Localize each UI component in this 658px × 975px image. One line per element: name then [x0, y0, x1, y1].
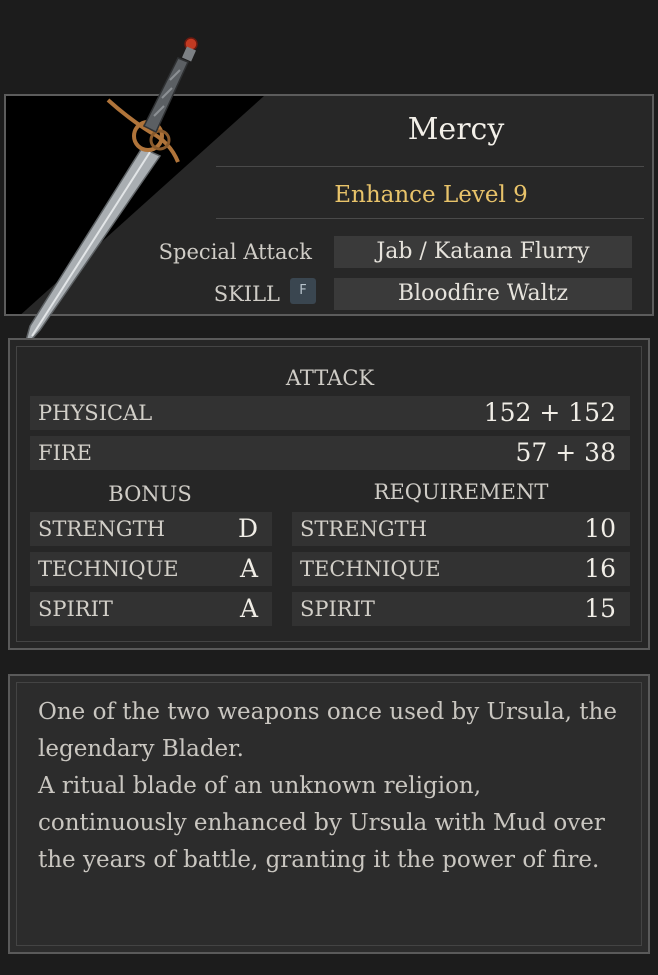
stat-label: PHYSICAL	[38, 401, 153, 425]
stat-value: 10	[584, 514, 616, 543]
requirement-row-spirit: SPIRIT 15	[292, 592, 630, 626]
description-text: One of the two weapons once used by Ursu…	[38, 694, 628, 879]
stat-value: 57 + 38	[515, 438, 616, 467]
f-key-icon: F	[290, 278, 316, 304]
stat-label: STRENGTH	[300, 517, 428, 541]
attack-row-physical: PHYSICAL 152 + 152	[30, 396, 630, 430]
divider	[216, 166, 644, 167]
item-name: Mercy	[407, 112, 505, 147]
bonus-row-strength: STRENGTH D	[30, 512, 272, 546]
stat-label: SPIRIT	[300, 597, 375, 621]
divider	[216, 218, 644, 219]
stat-label: FIRE	[38, 441, 93, 465]
stat-label: TECHNIQUE	[300, 557, 441, 581]
description-line: continuously enhanced by Ursula with Mud…	[38, 810, 605, 836]
stat-label: STRENGTH	[38, 517, 166, 541]
stat-grade: D	[237, 514, 258, 543]
stat-grade: A	[239, 594, 258, 623]
stat-value: 15	[584, 594, 616, 623]
bonus-row-spirit: SPIRIT A	[30, 592, 272, 626]
stat-value: 16	[584, 554, 616, 583]
requirement-row-strength: STRENGTH 10	[292, 512, 630, 546]
attack-heading: ATTACK	[285, 366, 375, 390]
skill-value: Bloodfire Waltz	[334, 278, 632, 310]
description-line: legendary Blader.	[38, 736, 244, 762]
stat-label: TECHNIQUE	[38, 557, 179, 581]
enhance-level: Enhance Level 9	[334, 182, 528, 208]
bonus-heading: BONUS	[108, 482, 192, 506]
description-line: One of the two weapons once used by Ursu…	[38, 699, 617, 725]
sword-icon	[23, 37, 198, 349]
description-line: the years of battle, granting it the pow…	[38, 847, 600, 873]
bonus-row-technique: TECHNIQUE A	[30, 552, 272, 586]
description-panel: One of the two weapons once used by Ursu…	[8, 674, 650, 954]
stat-value: 152 + 152	[483, 398, 616, 427]
description-line: A ritual blade of an unknown religion,	[38, 773, 482, 799]
special-attack-value: Jab / Katana Flurry	[334, 236, 632, 268]
stat-grade: A	[239, 554, 258, 583]
stats-panel: ATTACK PHYSICAL 152 + 152 FIRE 57 + 38 B…	[8, 338, 650, 650]
requirement-row-technique: TECHNIQUE 16	[292, 552, 630, 586]
attack-row-fire: FIRE 57 + 38	[30, 436, 630, 470]
stat-label: SPIRIT	[38, 597, 113, 621]
requirement-heading: REQUIREMENT	[373, 480, 549, 504]
